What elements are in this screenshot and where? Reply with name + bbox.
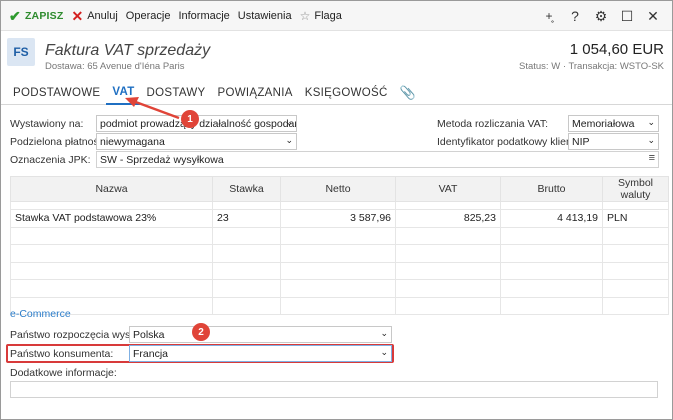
- chevron-down-icon: ⌄: [380, 347, 388, 357]
- maximize-icon[interactable]: ☐: [614, 8, 640, 25]
- vat-method-select[interactable]: Memoriałowa ⌄: [568, 115, 659, 132]
- column-header[interactable]: Nazwa: [10, 176, 213, 202]
- vat-method-label: Metoda rozliczania VAT:: [437, 118, 549, 130]
- table-spacer: [10, 201, 669, 210]
- annotation-badge-1: 1: [181, 110, 199, 128]
- document-header: FS Faktura VAT sprzedaży Dostawa: 65 Ave…: [1, 32, 672, 80]
- table-header-row: Nazwa Stawka Netto VAT Brutto Symbol wal…: [10, 176, 669, 202]
- vat-method-value: Memoriałowa: [572, 118, 635, 130]
- origin-country-label: Państwo rozpoczęcia wysyłki:: [10, 329, 149, 341]
- paperclip-icon: 📎: [399, 85, 417, 100]
- table-cell: 3 587,96: [280, 209, 396, 228]
- additional-info-field[interactable]: [10, 381, 658, 398]
- info-menu[interactable]: Informacje: [174, 1, 233, 31]
- help-icon[interactable]: ?: [562, 8, 588, 24]
- close-window-icon[interactable]: ✕: [640, 8, 666, 25]
- table-cell: 4 413,19: [500, 209, 603, 228]
- tab-vat[interactable]: VAT: [106, 81, 141, 105]
- table-row-empty[interactable]: [10, 261, 669, 280]
- tab-bar: PODSTAWOWE VAT DOSTAWY POWIĄZANIA KSIĘGO…: [1, 81, 672, 105]
- table-cell: PLN: [602, 209, 669, 228]
- chevron-down-icon: ⌄: [285, 135, 293, 145]
- operations-label: Operacje: [125, 9, 171, 22]
- column-header[interactable]: Stawka: [212, 176, 281, 202]
- table-cell: 23: [212, 209, 281, 228]
- table-row-empty[interactable]: [10, 244, 669, 263]
- column-header[interactable]: Netto: [280, 176, 396, 202]
- column-header[interactable]: VAT: [395, 176, 501, 202]
- settings-menu[interactable]: Ustawienia: [234, 1, 296, 31]
- info-label: Informacje: [178, 9, 230, 22]
- additional-info-label: Dodatkowe informacje:: [10, 367, 117, 379]
- table-row-empty[interactable]: [10, 296, 669, 315]
- consumer-country-select[interactable]: Francja ⌄: [129, 345, 392, 362]
- document-amount: 1 054,60 EUR: [569, 41, 664, 58]
- star-icon: ☆: [299, 8, 311, 23]
- tab-accounting[interactable]: KSIĘGOWOŚĆ: [299, 81, 394, 105]
- window-controls: +̥ ? ⚙ ☐ ✕: [536, 1, 666, 31]
- table-cell: Stawka VAT podstawowa 23%: [10, 209, 213, 228]
- app-window: ✔ ZAPISZ ✕ Anuluj Operacje Informacje Us…: [0, 0, 673, 420]
- document-type-badge: FS: [7, 38, 35, 66]
- column-header[interactable]: Brutto: [500, 176, 603, 202]
- tab-relations[interactable]: POWIĄZANIA: [212, 81, 299, 105]
- tax-id-label: Identyfikator podatkowy klienta:: [437, 136, 584, 148]
- toolbar: ✔ ZAPISZ ✕ Anuluj Operacje Informacje Us…: [1, 1, 672, 31]
- vat-table: Nazwa Stawka Netto VAT Brutto Symbol wal…: [10, 176, 669, 315]
- consumer-country-label: Państwo konsumenta:: [10, 348, 114, 360]
- tab-attachments[interactable]: 📎: [394, 81, 423, 105]
- close-icon: ✕: [71, 7, 84, 24]
- tab-deliveries[interactable]: DOSTAWY: [141, 81, 212, 105]
- tax-id-value: NIP: [572, 136, 590, 148]
- table-row[interactable]: Stawka VAT podstawowa 23% 23 3 587,96 82…: [10, 209, 669, 228]
- origin-country-value: Polska: [133, 329, 165, 341]
- table-row-empty[interactable]: [10, 279, 669, 298]
- gear-icon[interactable]: ⚙: [588, 8, 614, 25]
- consumer-country-value: Francja: [133, 348, 169, 360]
- document-status: Status: W · Transakcja: WSTO-SK: [519, 61, 664, 72]
- save-button[interactable]: ✔ ZAPISZ: [5, 1, 67, 31]
- annotation-badge-2: 2: [192, 323, 210, 341]
- issued-label: Wystawiony na:: [10, 118, 84, 130]
- split-payment-label: Podzielona płatność:: [10, 136, 107, 148]
- menu-icon[interactable]: ≡: [649, 152, 655, 164]
- chevron-down-icon: ⌄: [647, 117, 655, 127]
- split-payment-value: niewymagana: [100, 136, 165, 148]
- jpk-field[interactable]: SW - Sprzedaż wysyłkowa ≡: [96, 151, 659, 168]
- chevron-down-icon: ⌄: [647, 135, 655, 145]
- chevron-down-icon: ⌄: [380, 328, 388, 338]
- jpk-value: SW - Sprzedaż wysyłkowa: [100, 154, 224, 166]
- jpk-label: Oznaczenia JPK:: [10, 154, 91, 166]
- ecommerce-section-title: e-Commerce: [10, 308, 71, 320]
- flag-label: Flaga: [314, 9, 342, 22]
- cancel-label: Anuluj: [87, 9, 118, 22]
- tax-id-select[interactable]: NIP ⌄: [568, 133, 659, 150]
- pin-icon[interactable]: +̥: [536, 9, 562, 23]
- table-cell: 825,23: [395, 209, 501, 228]
- flag-button[interactable]: ☆ Flaga: [296, 1, 346, 31]
- tab-basic[interactable]: PODSTAWOWE: [7, 81, 106, 105]
- operations-menu[interactable]: Operacje: [122, 1, 175, 31]
- delivery-address: Dostawa: 65 Avenue d'Iéna Paris: [45, 61, 185, 72]
- settings-label: Ustawienia: [237, 9, 292, 22]
- checkmark-icon: ✔: [9, 7, 21, 24]
- save-label: ZAPISZ: [24, 9, 64, 22]
- table-row-empty[interactable]: [10, 226, 669, 245]
- cancel-button[interactable]: ✕ Anuluj: [67, 1, 121, 31]
- chevron-down-icon: ⌄: [285, 117, 293, 127]
- column-header[interactable]: Symbol waluty: [602, 176, 669, 202]
- origin-country-select[interactable]: Polska ⌄: [129, 326, 392, 343]
- page-title: Faktura VAT sprzedaży: [45, 42, 211, 59]
- split-payment-select[interactable]: niewymagana ⌄: [96, 133, 297, 150]
